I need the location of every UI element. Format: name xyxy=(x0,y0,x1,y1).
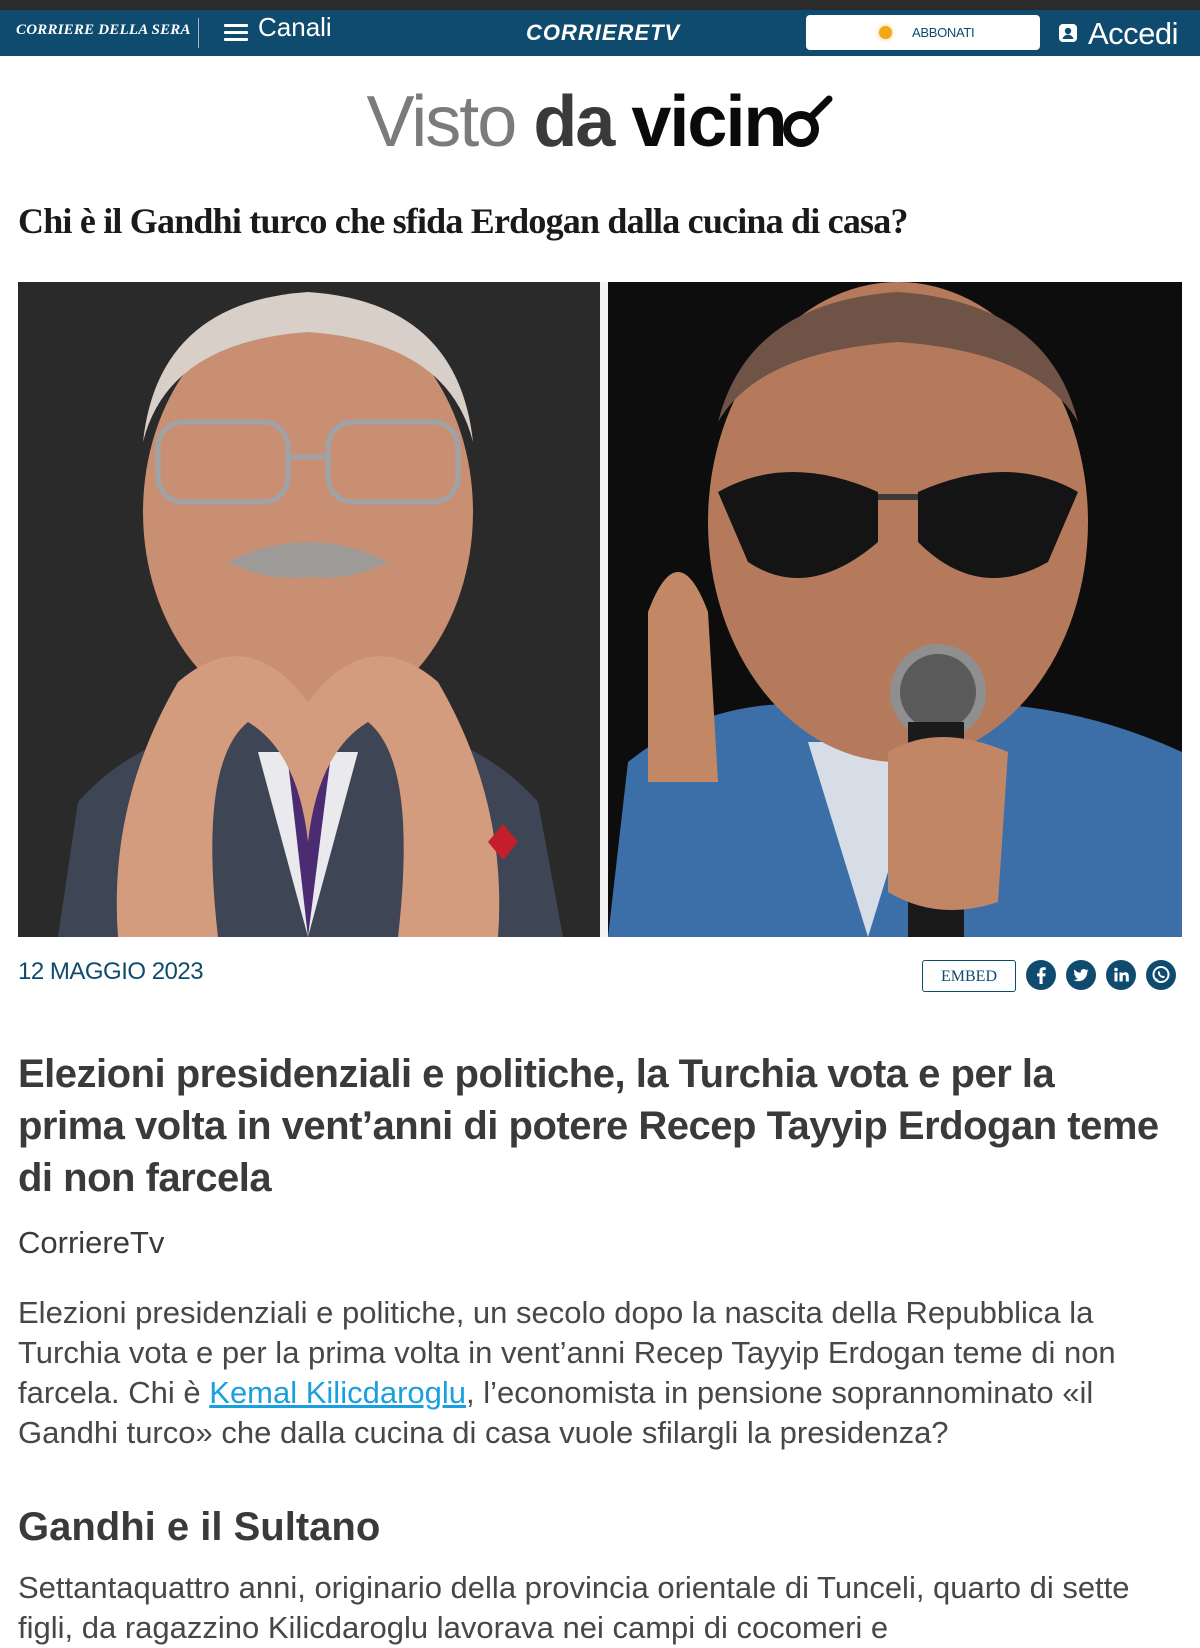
facebook-icon xyxy=(1037,967,1046,984)
section-heading: Gandhi e il Sultano xyxy=(18,1505,381,1549)
corriere-logo[interactable]: CORRIERE DELLA SERA xyxy=(16,22,191,39)
kemal-kilicdaroglu-link[interactable]: Kemal Kilicdaroglu xyxy=(209,1375,466,1410)
section-logo[interactable]: Visto da vicin xyxy=(0,80,1200,164)
publish-date: 12 MAGGIO 2023 xyxy=(18,958,204,985)
article-author: CorriereTv xyxy=(18,1225,165,1260)
whatsapp-share-button[interactable] xyxy=(1146,960,1176,990)
facebook-share-button[interactable] xyxy=(1026,960,1056,990)
linkedin-share-button[interactable] xyxy=(1106,960,1136,990)
section-word-da: da xyxy=(533,82,615,162)
canali-label: Canali xyxy=(258,12,332,42)
thumbnail-divider xyxy=(600,282,608,937)
top-navbar: CORRIERE DELLA SERA Canali video CORRIER… xyxy=(0,10,1200,88)
subscribe-button[interactable]: ABBONATI xyxy=(806,15,1040,50)
login-label: Accedi xyxy=(1088,16,1179,51)
embed-button[interactable]: EMBED xyxy=(922,960,1016,992)
corrieretv-logo[interactable]: CORRIERETV xyxy=(526,20,680,46)
magnifier-icon xyxy=(783,95,833,147)
article-paragraph-2: Settantaquattro anni, originario della p… xyxy=(18,1570,1130,1645)
video-thumbnail[interactable] xyxy=(18,282,1182,937)
top-strip xyxy=(0,0,1200,10)
menu-icon[interactable] xyxy=(222,20,250,46)
twitter-icon xyxy=(1073,969,1089,982)
article-headline: Chi è il Gandhi turco che sfida Erdogan … xyxy=(18,201,908,241)
thumbnail-left-photo xyxy=(18,282,600,937)
article-subtitle: Elezioni presidenziali e politiche, la T… xyxy=(18,1052,1159,1200)
nav-divider xyxy=(198,18,199,48)
subscribe-dot-icon xyxy=(879,26,892,39)
section-word-visto: Visto xyxy=(366,82,518,162)
twitter-share-button[interactable] xyxy=(1066,960,1096,990)
thumbnail-right-photo xyxy=(608,282,1182,937)
article-paragraph: Elezioni presidenziali e politiche, un s… xyxy=(18,1293,1188,1453)
user-icon xyxy=(1059,24,1077,42)
linkedin-icon xyxy=(1114,967,1129,982)
subscribe-label: ABBONATI xyxy=(912,25,975,40)
section-word-vicino: vicin xyxy=(631,82,787,162)
whatsapp-icon xyxy=(1152,966,1170,983)
